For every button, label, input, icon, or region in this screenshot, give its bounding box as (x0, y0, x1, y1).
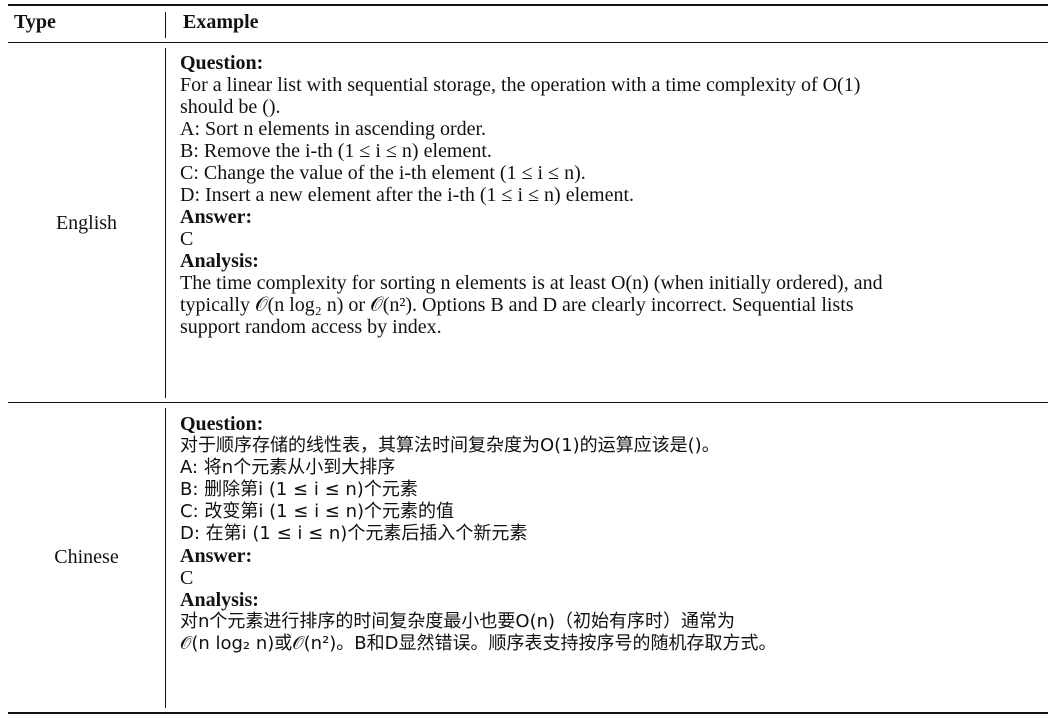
column-divider (165, 408, 166, 708)
option-c: C: 改变第i (1 ≤ i ≤ n)个元素的值 (180, 501, 455, 522)
column-divider (165, 12, 166, 38)
question-label: Question: (180, 52, 264, 74)
option-c: C: Change the value of the i-th element … (180, 162, 586, 184)
question-line: should be (). (180, 96, 281, 118)
header-rule (8, 42, 1048, 43)
header-type: Type (14, 11, 56, 33)
question-line: 对于顺序存储的线性表，其算法时间复杂度为O(1)的运算应该是()。 (180, 435, 720, 456)
row-english-content: Question: For a linear list with sequent… (180, 52, 1045, 338)
question-label: Question: (180, 413, 264, 435)
row-type-english: English (55, 212, 118, 234)
example-table: Type Example English Question: For a lin… (8, 0, 1048, 716)
answer-label: Answer: (180, 206, 253, 228)
header-example: Example (183, 11, 259, 33)
answer-value: C (180, 228, 194, 250)
option-d: D: Insert a new element after the i-th (… (180, 184, 635, 206)
row-chinese-content: Question: 对于顺序存储的线性表，其算法时间复杂度为O(1)的运算应该是… (180, 413, 1045, 655)
option-b: B: Remove the i-th (1 ≤ i ≤ n) element. (180, 140, 492, 162)
answer-label: Answer: (180, 545, 253, 567)
row-type-chinese: Chinese (54, 546, 119, 568)
question-line: For a linear list with sequential storag… (180, 74, 861, 96)
analysis-line: The time complexity for sorting n elemen… (180, 272, 883, 294)
analysis-line: 𝒪(n log₂ n)或𝒪(n²)。B和D显然错误。顺序表支持按序号的随机存取方… (180, 633, 777, 654)
answer-value: C (180, 567, 194, 589)
option-d: D: 在第i (1 ≤ i ≤ n)个元素后插入个新元素 (180, 523, 528, 544)
column-divider (165, 48, 166, 398)
option-a: A: Sort n elements in ascending order. (180, 118, 487, 140)
option-a: A: 将n个元素从小到大排序 (180, 457, 396, 478)
option-b: B: 删除第i (1 ≤ i ≤ n)个元素 (180, 479, 418, 500)
table-top-rule (8, 4, 1048, 6)
row-separator-rule (8, 402, 1048, 403)
analysis-line: typically 𝒪(n log₂ n) or 𝒪(n²). Options … (180, 294, 854, 316)
analysis-label: Analysis: (180, 589, 259, 611)
analysis-label: Analysis: (180, 250, 259, 272)
analysis-line: 对n个元素进行排序的时间复杂度最小也要O(n)（初始有序时）通常为 (180, 611, 736, 632)
table-bottom-rule (8, 712, 1048, 714)
analysis-line: support random access by index. (180, 316, 442, 338)
